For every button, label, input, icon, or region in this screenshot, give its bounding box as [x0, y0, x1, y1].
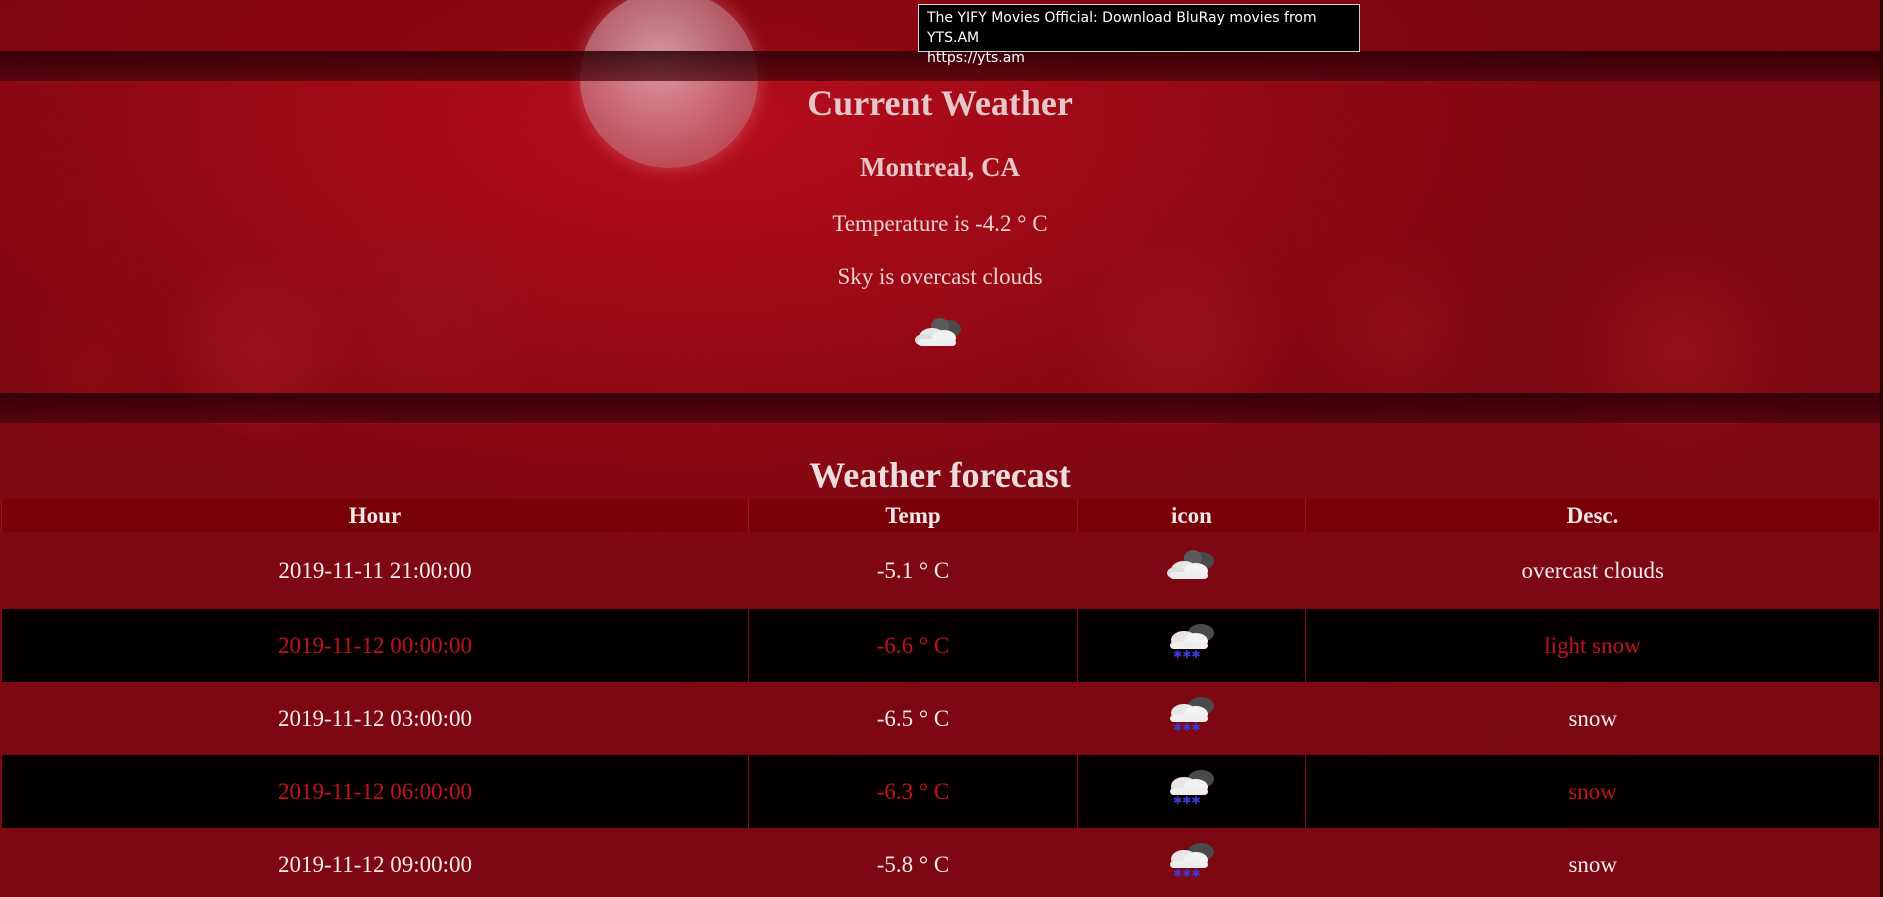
forecast-table: Hour Temp icon Desc. 2019-11-11 21:00:00…: [1, 499, 1880, 897]
hour-cell: 2019-11-12 03:00:00: [278, 705, 472, 731]
table-header-row: Hour Temp icon Desc.: [1, 499, 1880, 532]
hour-cell: 2019-11-12 00:00:00: [1, 609, 749, 682]
hour-cell: 2019-11-12 06:00:00: [1, 755, 749, 828]
tooltip-title: The YIFY Movies Official: Download BluRa…: [927, 10, 1317, 46]
hour-cell: 2019-11-11 21:00:00: [278, 557, 472, 583]
hour-cell: 2019-11-12 09:00:00: [278, 851, 472, 877]
svg-text:✱✱✱: ✱✱✱: [1173, 794, 1201, 806]
temp-cell: -6.5 ° C: [876, 705, 950, 731]
desc-cell: snow: [1305, 755, 1880, 828]
temperature-text: Temperature is -4.2 ° C: [832, 211, 1048, 236]
table-row: 2019-11-12 06:00:00 -6.3 ° C ✱✱✱ snow: [1, 755, 1880, 828]
snow-icon: ✱✱✱: [1169, 623, 1214, 660]
icon-cell: ✱✱✱: [1078, 828, 1306, 897]
table-row: 2019-11-12 03:00:00 -6.5 ° C ✱✱✱ snow: [2, 682, 1880, 755]
column-header-icon: icon: [1077, 499, 1306, 532]
column-header-temp: Temp: [748, 499, 1078, 532]
desc-cell: overcast clouds: [1521, 557, 1664, 583]
column-header-hour: Hour: [1, 499, 749, 532]
tooltip-url: https://yts.am: [927, 50, 1025, 66]
icon-cell: [1078, 532, 1306, 609]
overcast-clouds-icon: [1166, 549, 1214, 579]
sky-text: Sky is overcast clouds: [837, 264, 1043, 289]
table-row: 2019-11-12 00:00:00 -6.6 ° C ✱✱✱ light s…: [1, 609, 1880, 682]
svg-text:✱✱✱: ✱✱✱: [1173, 867, 1201, 879]
icon-cell: ✱✱✱: [1077, 609, 1306, 682]
divider-band: [0, 393, 1883, 423]
svg-text:✱✱✱: ✱✱✱: [1173, 721, 1201, 733]
desc-cell: snow: [1568, 705, 1618, 731]
snow-icon: ✱✱✱: [1169, 769, 1214, 806]
svg-text:✱✱✱: ✱✱✱: [1173, 648, 1201, 660]
temp-cell: -5.1 ° C: [876, 557, 950, 583]
desc-cell: light snow: [1305, 609, 1880, 682]
column-header-desc: Desc.: [1305, 499, 1880, 532]
temp-cell: -6.6 ° C: [748, 609, 1078, 682]
current-weather-section: Current Weather Montreal, CA Temperature…: [0, 81, 1880, 351]
icon-cell: ✱✱✱: [1078, 682, 1306, 755]
icon-cell: ✱✱✱: [1077, 755, 1306, 828]
temp-cell: -6.3 ° C: [748, 755, 1078, 828]
snow-icon: ✱✱✱: [1169, 696, 1214, 733]
overcast-clouds-icon: [915, 318, 961, 346]
current-weather-title: Current Weather: [807, 83, 1073, 123]
location-label: Montreal, CA: [860, 152, 1020, 182]
forecast-title: Weather forecast: [809, 454, 1071, 495]
link-tooltip: The YIFY Movies Official: Download BluRa…: [918, 4, 1360, 66]
desc-cell: snow: [1568, 851, 1618, 877]
table-row: 2019-11-11 21:00:00 -5.1 ° C overcast cl…: [2, 532, 1880, 609]
temp-cell: -5.8 ° C: [876, 851, 950, 877]
snow-icon: ✱✱✱: [1169, 842, 1214, 879]
table-row: 2019-11-12 09:00:00 -5.8 ° C ✱✱✱ snow: [2, 828, 1880, 897]
